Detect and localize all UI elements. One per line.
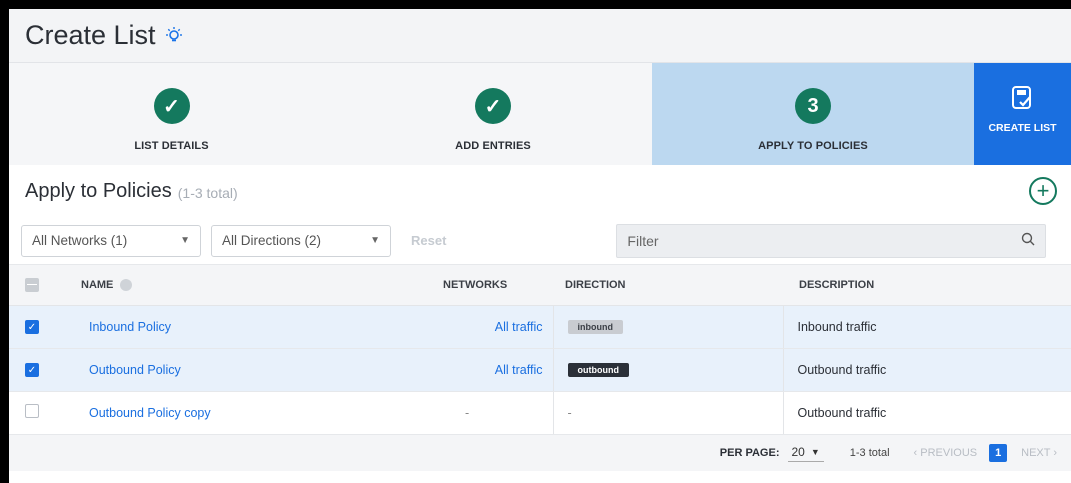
networks-cell: All traffic <box>443 305 553 349</box>
create-list-page: Create List ✓ LIST DETAILS ✓ ADD ENTRIES… <box>9 9 1071 483</box>
networks-link[interactable]: All traffic <box>495 320 543 334</box>
create-list-button[interactable]: CREATE LIST <box>974 63 1071 165</box>
table-header-row: — NAME NETWORKS DIRECTION DESCRIPTION <box>9 265 1071 306</box>
header-description-label: DESCRIPTION <box>799 278 875 291</box>
row-checkbox-cell: ✓ <box>9 348 63 392</box>
header-name[interactable]: NAME <box>63 265 443 306</box>
direction-cell: - <box>552 391 783 435</box>
table-row[interactable]: Outbound Policy copy - - Outbound traffi… <box>9 391 1071 435</box>
header-direction-label: DIRECTION <box>565 278 626 291</box>
caret-down-icon: ▼ <box>370 235 380 246</box>
title-bar: Create List <box>9 9 1071 63</box>
policy-name-link[interactable]: Outbound Policy copy <box>89 406 211 420</box>
chevron-left-icon: ‹ <box>913 446 918 459</box>
next-page-button[interactable]: NEXT › <box>1021 447 1057 459</box>
step-label: APPLY TO POLICIES <box>758 140 868 152</box>
name-cell: Outbound Policy copy <box>63 391 443 435</box>
header-description[interactable]: DESCRIPTION <box>783 265 1071 306</box>
add-policy-button[interactable]: + <box>1029 177 1057 205</box>
caret-down-icon: ▼ <box>180 235 190 246</box>
step-label: LIST DETAILS <box>134 140 209 152</box>
step-number: 3 <box>795 88 831 124</box>
next-label: NEXT <box>1021 446 1051 459</box>
policy-name-link[interactable]: Outbound Policy <box>89 363 181 377</box>
step-list-details[interactable]: ✓ LIST DETAILS <box>9 63 334 165</box>
filter-placeholder: Filter <box>627 232 659 249</box>
row-checkbox-cell: ✓ <box>9 305 63 349</box>
directions-dropdown[interactable]: All Directions (2) ▼ <box>211 224 391 257</box>
description-cell: Inbound traffic <box>782 305 1071 349</box>
networks-cell: All traffic <box>443 348 553 392</box>
row-checkbox[interactable] <box>25 404 39 418</box>
networks-cell: - <box>443 391 553 435</box>
previous-page-button[interactable]: ‹ PREVIOUS <box>914 447 978 459</box>
row-checkbox[interactable]: ✓ <box>25 320 39 335</box>
step-apply-to-policies[interactable]: 3 APPLY TO POLICIES <box>652 63 974 165</box>
name-cell: Outbound Policy <box>63 348 443 392</box>
networks-link[interactable]: All traffic <box>495 363 543 377</box>
per-page-value: 20 <box>791 445 805 459</box>
caret-down-icon: ▼ <box>810 447 820 457</box>
name-cell: Inbound Policy <box>63 305 443 349</box>
chevron-right-icon: › <box>1053 446 1057 459</box>
pagination-bar: PER PAGE: 20 ▼ 1-3 total ‹ PREVIOUS 1 NE… <box>9 434 1071 471</box>
check-icon: ✓ <box>153 88 190 124</box>
row-checkbox[interactable]: ✓ <box>25 363 39 378</box>
row-checkbox-cell <box>9 391 63 435</box>
sort-icon[interactable] <box>120 278 133 291</box>
header-name-label: NAME <box>81 278 114 291</box>
section-count: (1-3 total) <box>177 184 238 201</box>
direction-badge: outbound <box>567 363 629 377</box>
directions-dropdown-value: All Directions (2) <box>222 233 322 248</box>
current-page-button[interactable]: 1 <box>989 443 1008 462</box>
create-list-label: CREATE LIST <box>988 122 1057 134</box>
policies-panel: Apply to Policies (1-3 total) + All Netw… <box>9 165 1071 483</box>
filter-bar: All Networks (1) ▼ All Directions (2) ▼ … <box>9 217 1071 265</box>
networks-dropdown-value: All Networks (1) <box>32 233 128 248</box>
header-networks-label: NETWORKS <box>443 278 508 291</box>
description-cell: Outbound traffic <box>782 391 1071 435</box>
table-row[interactable]: ✓ Inbound Policy All traffic inbound Inb… <box>9 305 1071 349</box>
previous-label: PREVIOUS <box>920 446 978 459</box>
page-title: Create List <box>25 20 156 50</box>
save-document-icon <box>1011 85 1035 116</box>
check-icon: ✓ <box>475 88 511 124</box>
section-title: Apply to Policies <box>25 179 172 202</box>
select-all-checkbox[interactable]: — <box>25 277 39 292</box>
step-add-entries[interactable]: ✓ ADD ENTRIES <box>334 63 652 165</box>
reset-button[interactable]: Reset <box>411 233 446 248</box>
step-label: ADD ENTRIES <box>455 140 531 152</box>
direction-badge: inbound <box>567 320 623 334</box>
policy-name-link[interactable]: Inbound Policy <box>89 320 171 334</box>
search-icon[interactable] <box>1021 232 1035 249</box>
policies-table: — NAME NETWORKS DIRECTION DESCRIPTION ✓ … <box>9 265 1071 435</box>
lightbulb-icon[interactable] <box>164 26 184 46</box>
per-page-dropdown[interactable]: 20 ▼ <box>787 443 824 462</box>
header-direction[interactable]: DIRECTION <box>553 265 783 306</box>
direction-cell: outbound <box>552 348 783 392</box>
section-header: Apply to Policies (1-3 total) + <box>9 165 1071 217</box>
plus-icon: + <box>1036 178 1050 203</box>
wizard-steps: ✓ LIST DETAILS ✓ ADD ENTRIES 3 APPLY TO … <box>9 63 1071 165</box>
header-checkbox-cell: — <box>9 265 63 306</box>
networks-dropdown[interactable]: All Networks (1) ▼ <box>21 224 201 257</box>
header-networks[interactable]: NETWORKS <box>443 265 553 306</box>
per-page-label: PER PAGE: <box>719 446 780 459</box>
direction-cell: inbound <box>552 305 783 349</box>
description-cell: Outbound traffic <box>782 348 1071 392</box>
filter-input[interactable]: Filter <box>616 223 1047 258</box>
table-row[interactable]: ✓ Outbound Policy All traffic outbound O… <box>9 348 1071 392</box>
total-count: 1-3 total <box>849 446 890 459</box>
